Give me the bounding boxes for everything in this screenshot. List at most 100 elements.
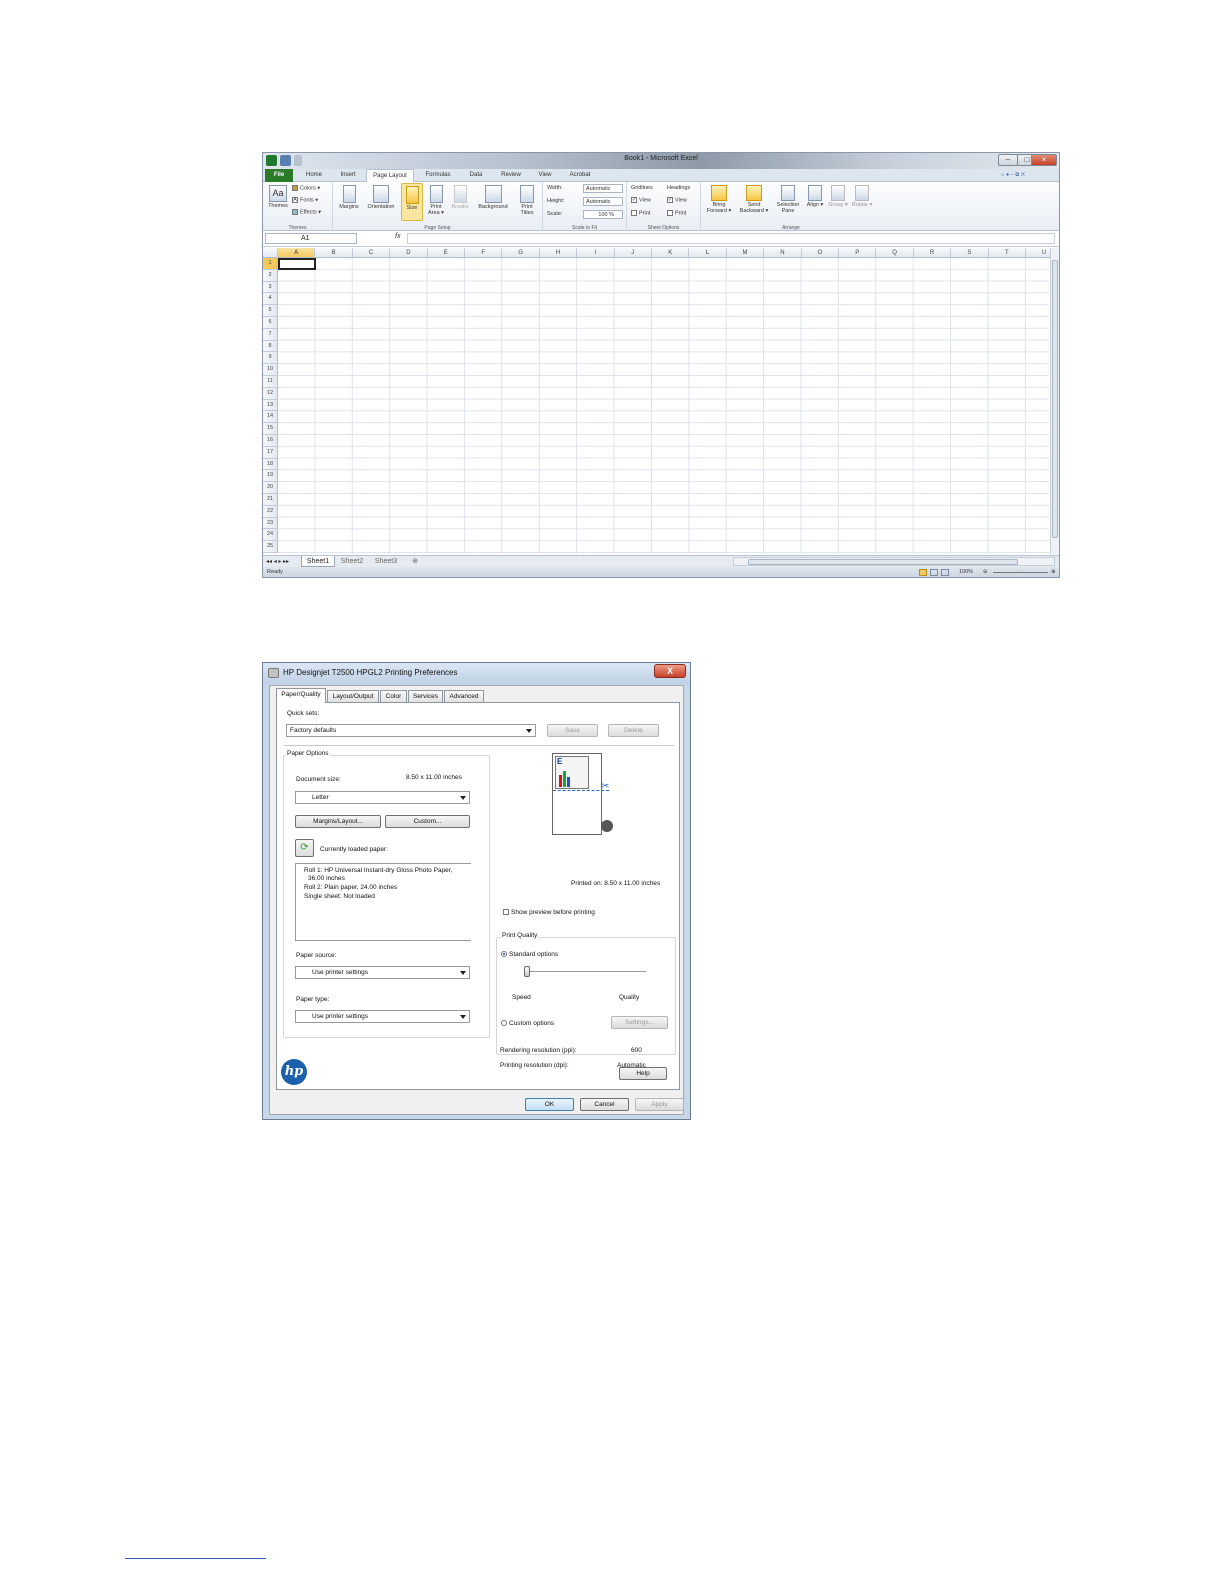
headings-view-checkbox[interactable]: ✓ View <box>667 197 687 203</box>
tab-data[interactable]: Data <box>463 169 489 182</box>
zoom-out-icon[interactable]: ⊖ <box>983 567 988 577</box>
row-header[interactable]: 1 <box>263 258 278 270</box>
tab-color[interactable]: Color <box>380 690 407 702</box>
tab-formulas[interactable]: Formulas <box>419 169 457 182</box>
column-header[interactable]: B <box>315 248 353 258</box>
paper-type-select[interactable]: Use printer settings <box>295 1010 470 1023</box>
row-header[interactable]: 2 <box>263 269 278 282</box>
help-button[interactable]: Help <box>619 1067 667 1080</box>
tab-services[interactable]: Services <box>408 690 443 702</box>
sheet-tab-3[interactable]: Sheet3 <box>371 556 401 567</box>
active-cell-a1[interactable] <box>278 258 316 270</box>
background-button[interactable]: Background <box>473 185 513 210</box>
custom-options-radio[interactable]: Custom options <box>501 1020 554 1027</box>
row-header[interactable]: 4 <box>263 293 278 306</box>
row-header[interactable]: 19 <box>263 470 278 483</box>
row-header[interactable]: 16 <box>263 435 278 447</box>
column-header[interactable]: R <box>913 248 952 258</box>
settings-button[interactable]: Settings... <box>611 1016 668 1029</box>
column-header[interactable]: P <box>839 248 877 258</box>
row-header[interactable]: 6 <box>263 317 278 329</box>
align-button[interactable]: Align ▾ <box>805 185 825 208</box>
name-box[interactable]: A1 <box>265 233 357 244</box>
zoom-in-icon[interactable]: ⊕ <box>1051 567 1056 577</box>
row-header[interactable]: 13 <box>263 399 278 412</box>
ok-button[interactable]: OK <box>525 1098 574 1111</box>
standard-options-radio[interactable]: Standard options <box>501 951 558 958</box>
column-header[interactable]: J <box>614 248 652 258</box>
row-header[interactable]: 14 <box>263 411 278 424</box>
row-header[interactable]: 10 <box>263 364 278 376</box>
custom-size-button[interactable]: Custom... <box>385 815 470 828</box>
gridlines-view-checkbox[interactable]: ✓ View <box>631 197 651 203</box>
breaks-button[interactable]: Breaks <box>449 185 471 210</box>
tab-view[interactable]: View <box>533 169 557 182</box>
quality-slider-thumb[interactable] <box>524 966 530 977</box>
orientation-button[interactable]: Orientation <box>363 185 399 210</box>
tab-page-layout[interactable]: Page Layout <box>366 169 414 183</box>
tab-acrobat[interactable]: Acrobat <box>563 169 597 182</box>
refresh-icon[interactable]: ⟳ <box>295 839 314 857</box>
column-header[interactable]: A <box>278 248 316 258</box>
size-button[interactable]: Size <box>401 183 423 221</box>
row-header[interactable]: 12 <box>263 387 278 400</box>
tab-advanced[interactable]: Advanced <box>444 690 484 702</box>
row-header[interactable]: 3 <box>263 281 278 294</box>
tab-paper-quality[interactable]: Paper/Quality <box>276 688 326 703</box>
sheet-nav-arrows-icon[interactable]: ◂◂ ◂ ▸ ▸▸ <box>266 558 289 565</box>
fonts-button[interactable]: A Fonts ▾ <box>292 197 318 203</box>
row-header[interactable]: 7 <box>263 328 278 341</box>
column-header[interactable]: T <box>988 248 1026 258</box>
show-preview-checkbox[interactable]: Show preview before printing <box>503 909 595 916</box>
cancel-button[interactable]: Cancel <box>580 1098 629 1111</box>
effects-button[interactable]: Effects ▾ <box>292 209 321 215</box>
vertical-scrollbar[interactable] <box>1050 248 1059 554</box>
insert-function-icon[interactable]: fx <box>395 233 400 240</box>
column-header[interactable]: M <box>726 248 765 258</box>
horizontal-scrollbar[interactable] <box>733 557 1055 566</box>
dialog-close-button[interactable]: X <box>654 664 686 678</box>
column-header[interactable]: K <box>652 248 690 258</box>
column-header[interactable]: Q <box>876 248 914 258</box>
row-header[interactable]: 15 <box>263 423 278 435</box>
group-button[interactable]: Group ▾ <box>827 185 849 208</box>
apply-button[interactable]: Apply <box>635 1098 684 1111</box>
send-backward-button[interactable]: Send Backward ▾ <box>737 185 771 214</box>
width-select[interactable]: Automatic <box>583 184 623 193</box>
save-button[interactable]: Save <box>547 724 598 737</box>
headings-print-checkbox[interactable]: Print <box>667 210 686 216</box>
row-header[interactable]: 21 <box>263 494 278 506</box>
paper-source-select[interactable]: Use printer settings <box>295 966 470 979</box>
close-button[interactable]: × <box>1031 154 1057 166</box>
document-size-select[interactable]: Letter <box>295 791 470 804</box>
column-header[interactable]: O <box>801 248 839 258</box>
margins-layout-button[interactable]: Margins/Layout... <box>295 815 381 828</box>
gridlines-print-checkbox[interactable]: Print <box>631 210 650 216</box>
row-header[interactable]: 20 <box>263 482 278 494</box>
sheet-tab-2[interactable]: Sheet2 <box>337 556 367 567</box>
insert-sheet-icon[interactable]: ⊕ <box>407 556 423 567</box>
zoom-slider[interactable] <box>993 572 1048 573</box>
page-break-view-icon[interactable] <box>941 569 949 576</box>
row-header[interactable]: 11 <box>263 376 278 388</box>
formula-bar-input[interactable] <box>407 233 1055 244</box>
row-header[interactable]: 5 <box>263 305 278 317</box>
column-header[interactable]: E <box>427 248 465 258</box>
row-header[interactable]: 24 <box>263 529 278 542</box>
vertical-scroll-thumb[interactable] <box>1052 260 1058 538</box>
column-header[interactable]: G <box>502 248 540 258</box>
delete-button[interactable]: Delete <box>608 724 659 737</box>
print-titles-button[interactable]: Print Titles <box>515 185 539 216</box>
print-area-button[interactable]: Print Area ▾ <box>425 185 447 216</box>
column-header[interactable]: S <box>951 248 989 258</box>
themes-button[interactable]: Aa Themes <box>266 185 290 209</box>
zoom-level[interactable]: 100% <box>959 567 973 577</box>
height-select[interactable]: Automatic <box>583 197 623 206</box>
minimize-button[interactable]: – <box>998 154 1018 166</box>
row-header[interactable]: 8 <box>263 340 278 353</box>
column-header[interactable]: C <box>352 248 391 258</box>
row-header[interactable]: 25 <box>263 541 278 553</box>
rotate-button[interactable]: Rotate ▾ <box>851 185 873 208</box>
tab-file[interactable]: File <box>265 169 293 182</box>
row-header[interactable]: 23 <box>263 517 278 530</box>
